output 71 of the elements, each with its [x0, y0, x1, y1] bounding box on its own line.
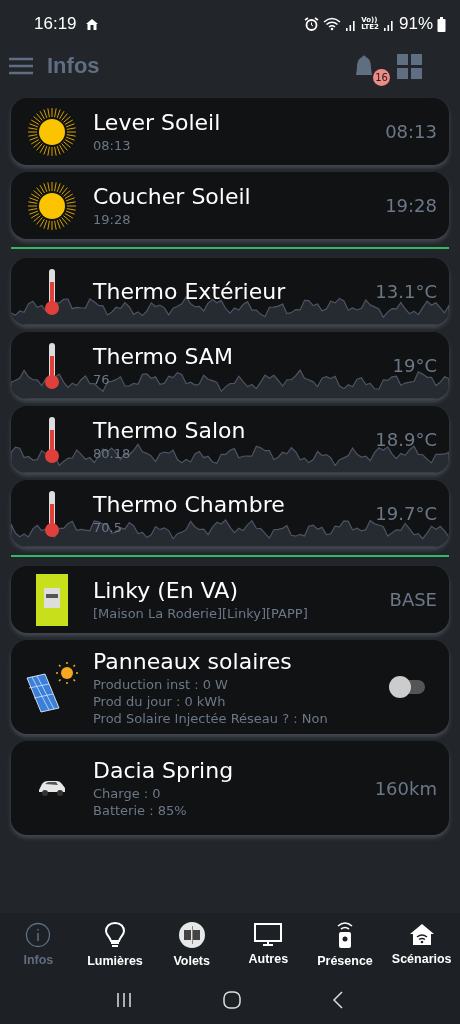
notification-badge: 16 — [373, 69, 390, 86]
home-icon — [84, 17, 99, 31]
battery-level: 91% — [398, 14, 433, 34]
battery-icon — [437, 16, 446, 32]
thermometer-icon — [44, 415, 60, 464]
card-detail: 76 — [93, 371, 111, 388]
card-detail: Prod du jour : 0 kWh — [93, 692, 227, 710]
info-icon — [25, 921, 52, 948]
bell-icon[interactable] — [355, 55, 373, 77]
grid-icon[interactable] — [397, 53, 422, 79]
card-title: Thermo Extérieur — [93, 277, 287, 306]
card-title: Linky (En VA) — [93, 577, 239, 605]
card-value: BASE — [389, 589, 437, 610]
card-title: Thermo Salon — [93, 417, 247, 445]
nav-tab[interactable]: Présence — [306, 913, 384, 975]
home-button-icon[interactable] — [222, 989, 242, 1010]
card-detail: Production inst : 0 W — [93, 675, 229, 693]
solar-panel-icon — [25, 660, 79, 714]
card-detail: 70.5 — [93, 519, 123, 536]
alarm-icon — [304, 16, 320, 32]
presence-sensor-icon — [335, 920, 355, 949]
back-icon[interactable] — [331, 989, 346, 1010]
status-time: 16:19 — [34, 14, 77, 34]
card-value: 19:28 — [385, 195, 437, 216]
sun-icon — [27, 180, 77, 231]
card-detail: 08:13 — [93, 137, 132, 154]
home-wifi-icon — [408, 922, 435, 947]
monitor-icon — [254, 922, 283, 947]
card-detail: 80.18 — [93, 445, 132, 462]
device-card[interactable]: Thermo SAM 76 19°C — [11, 332, 449, 399]
card-value: 08:13 — [385, 121, 437, 142]
nav-tab[interactable]: Volets — [153, 913, 230, 975]
page-title: Infos — [47, 53, 100, 79]
nav-tab[interactable]: Scénarios — [383, 913, 460, 975]
thermometer-icon — [44, 341, 60, 390]
device-card[interactable]: Thermo Extérieur 13.1°C — [11, 258, 449, 325]
wifi-icon — [323, 17, 342, 31]
card-title: Coucher Soleil — [93, 183, 252, 211]
device-card[interactable]: Lever Soleil 08:13 08:13 — [11, 98, 449, 165]
device-card[interactable]: Dacia Spring Charge : 0 Batterie : 85% 160km — [11, 741, 449, 835]
card-title: Thermo SAM — [93, 343, 234, 371]
shutter-icon — [177, 920, 206, 949]
device-card[interactable]: Thermo Salon 80.18 18.9°C — [11, 406, 449, 473]
card-detail: Batterie : 85% — [93, 802, 188, 819]
card-title: Dacia Spring — [93, 757, 235, 785]
device-card[interactable]: Thermo Chambre 70.5 19.7°C — [11, 480, 449, 547]
card-detail: Prod Solaire Injectée Réseau ? : Non — [93, 709, 329, 727]
card-value: 13.1°C — [375, 281, 437, 302]
card-value: 18.9°C — [375, 429, 437, 450]
sun-icon — [27, 106, 77, 157]
card-title: Panneaux solaires — [93, 647, 293, 676]
card-detail: Charge : 0 — [93, 785, 162, 802]
menu-icon[interactable] — [9, 57, 33, 75]
card-value: 19°C — [392, 355, 437, 376]
thermometer-icon — [44, 267, 60, 316]
device-card[interactable]: Panneaux solaires Production inst : 0 W Prod du jour : 0 kWh Prod Solaire Injectée Réseau ? : Non — [11, 640, 449, 734]
card-detail: [Maison La Roderie][Linky][PAPP] — [93, 605, 309, 622]
card-value: 19.7°C — [375, 503, 437, 524]
electric-meter-icon — [36, 573, 68, 626]
nav-tab[interactable]: Autres — [230, 913, 307, 975]
card-detail: 19:28 — [93, 211, 132, 228]
device-card[interactable]: Coucher Soleil 19:28 19:28 — [11, 172, 449, 239]
thermometer-icon — [44, 489, 60, 538]
car-icon — [37, 779, 67, 797]
card-title: Lever Soleil — [93, 109, 222, 137]
lightbulb-icon — [104, 920, 126, 949]
card-title: Thermo Chambre — [93, 491, 286, 519]
card-value: 160km — [374, 777, 437, 799]
device-card[interactable]: Linky (En VA) [Maison La Roderie][Linky][PAPP] BASE — [11, 566, 449, 633]
recent-apps-icon[interactable] — [114, 990, 133, 1009]
nav-tab[interactable]: Lumières — [76, 913, 154, 975]
